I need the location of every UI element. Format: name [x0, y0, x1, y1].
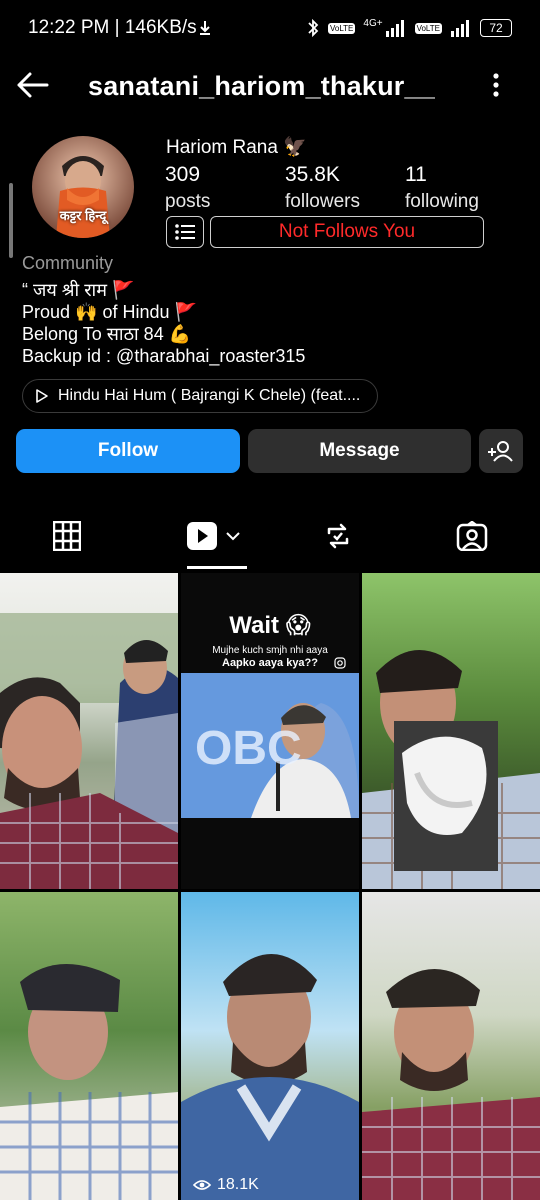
following-label: following: [405, 191, 479, 212]
profile-avatar[interactable]: कट्टर हिन्दू: [32, 136, 134, 238]
bluetooth-icon: [308, 18, 319, 38]
profile-category: Community: [22, 253, 114, 273]
bio-line-4[interactable]: Backup id : @tharabhai_roaster315: [22, 346, 305, 367]
tab-reposts[interactable]: [324, 521, 352, 556]
not-follows-you-badge: Not Follows You: [210, 216, 484, 248]
bio-line-2: Proud 🙌 of Hindu 🚩: [22, 302, 197, 322]
tab-grid[interactable]: [52, 520, 82, 556]
signal-icon-2: [451, 20, 469, 37]
posts-label: posts: [165, 191, 211, 212]
list-icon: [175, 224, 195, 240]
back-arrow-icon[interactable]: [16, 70, 50, 100]
bio-line-1: “ जय श्री राम 🚩: [22, 280, 135, 300]
reel-thumbnail-1: [0, 613, 178, 889]
instagram-icon: [334, 657, 346, 669]
status-time: 12:22 PM | 146KB/s: [28, 17, 197, 38]
tile-line-1: Mujhe kuch smjh nhi aaya: [212, 645, 328, 656]
reel-tile-2[interactable]: Wait 😱 Mujhe kuch smjh nhi aaya Aapko aa…: [181, 573, 359, 889]
lte-badge-2: VoLTE: [414, 22, 442, 34]
tile-line-2: Aapko aaya kya??: [222, 657, 318, 669]
profile-username: sanatani_hariom_thakur__: [88, 71, 435, 101]
following-stat[interactable]: 11 following: [405, 163, 479, 213]
network-label: 4G+: [363, 17, 383, 29]
reel-tile-1[interactable]: [0, 573, 178, 889]
followers-stat[interactable]: 35.8K followers: [285, 163, 360, 213]
grid-icon: [52, 520, 82, 552]
chevron-down-icon: [226, 532, 240, 541]
eye-icon: [193, 1180, 211, 1190]
reel-tile-4[interactable]: [0, 892, 178, 1200]
view-count: 18.1K: [193, 1176, 259, 1194]
follow-button[interactable]: Follow: [16, 429, 240, 473]
lte-badge: VoLTE: [327, 22, 356, 34]
bio-line-3: Belong To साठा 84 💪: [22, 324, 192, 344]
signal-icon: [385, 20, 404, 37]
posts-stat[interactable]: 309 posts: [165, 163, 210, 213]
tab-reels[interactable]: [186, 521, 240, 551]
view-count-label: 18.1K: [217, 1176, 259, 1193]
reel-thumbnail-4: [0, 963, 178, 1200]
followers-label: followers: [285, 191, 360, 212]
repost-icon: [327, 523, 349, 549]
display-name: Hariom Rana 🦅: [166, 137, 307, 158]
reel-tile-3[interactable]: [362, 573, 540, 889]
suggest-people-button[interactable]: [479, 429, 523, 473]
battery-icon: 72: [480, 19, 512, 37]
message-button[interactable]: Message: [248, 429, 471, 473]
reel-thumbnail-6: [362, 968, 540, 1200]
reel-tile-5[interactable]: 18.1K: [181, 892, 359, 1200]
avatar-caption: कट्टर हिन्दू: [59, 208, 107, 223]
reel-thumbnail-5: [181, 953, 359, 1200]
active-tab-indicator: [187, 566, 247, 569]
scroll-indicator: [9, 183, 13, 258]
tile-sign: OBC: [195, 722, 302, 775]
reel-thumbnail-3: [362, 649, 540, 889]
reel-tile-6[interactable]: [362, 892, 540, 1200]
music-title: Hindu Hai Hum ( Bajrangi K Chele) (feat.…: [58, 387, 361, 404]
followers-count: 35.8K: [285, 163, 340, 186]
list-menu-button[interactable]: [166, 216, 204, 248]
following-count: 11: [405, 163, 427, 186]
music-pill[interactable]: Hindu Hai Hum ( Bajrangi K Chele) (feat.…: [22, 379, 378, 413]
posts-count: 309: [165, 163, 201, 186]
add-person-icon: [488, 441, 513, 462]
download-icon: [198, 20, 212, 41]
status-icons: VoLTE 4G+ VoLTE 72: [306, 18, 512, 38]
tagged-icon: [456, 520, 488, 552]
more-options-icon[interactable]: [486, 70, 506, 100]
tile-title: Wait 😱: [229, 612, 311, 639]
tab-tagged[interactable]: [456, 520, 488, 556]
reels-icon: [187, 522, 217, 550]
play-icon: [36, 389, 48, 403]
